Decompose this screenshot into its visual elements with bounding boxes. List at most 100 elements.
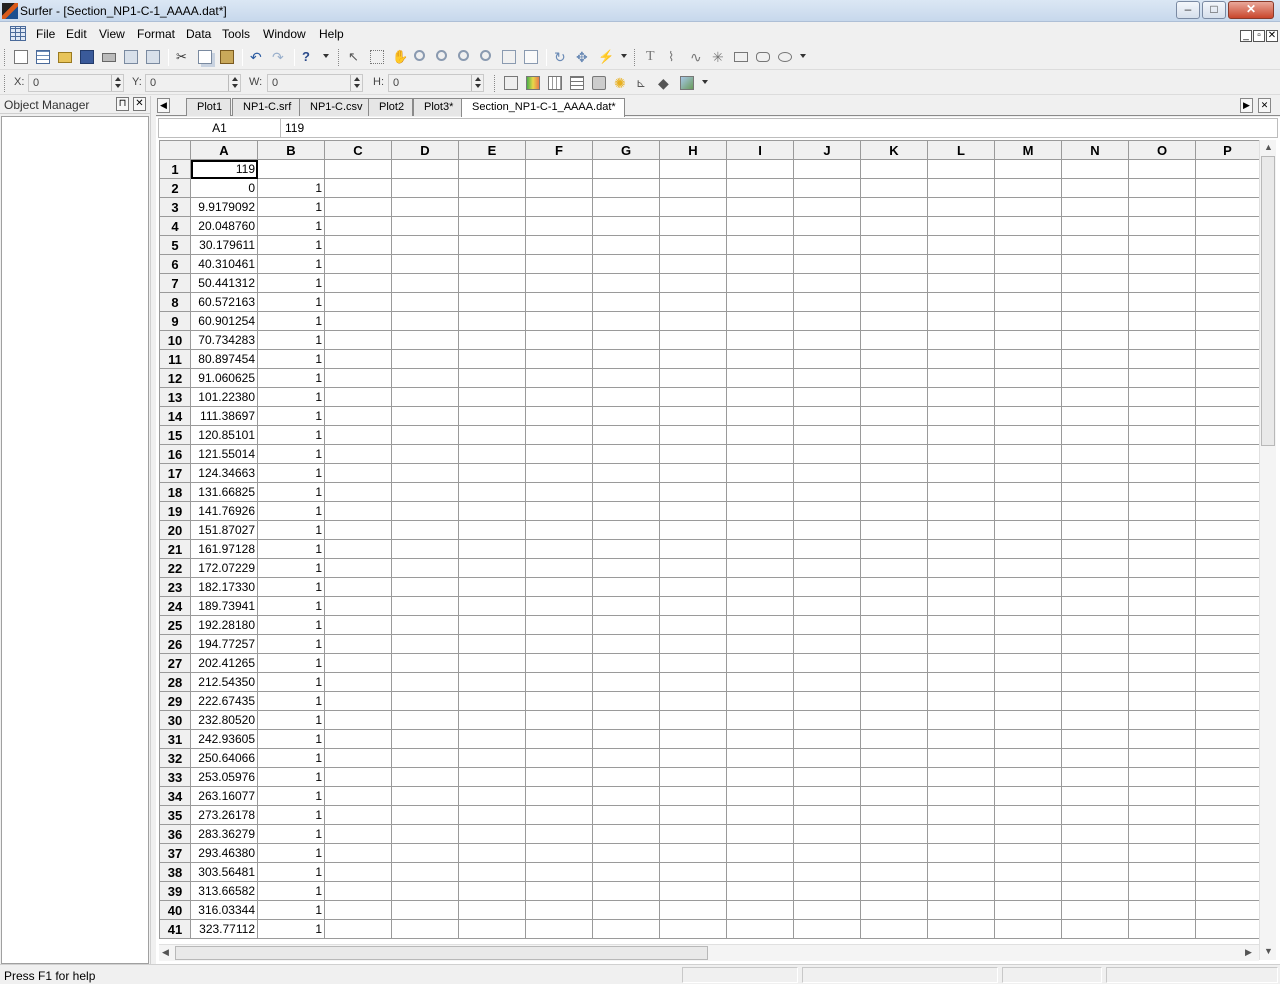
pan-icon[interactable]: ✋ <box>390 48 408 66</box>
cell-e34[interactable] <box>458 786 526 806</box>
spline-icon[interactable]: ∿ <box>688 48 706 66</box>
y-field[interactable]: 0 <box>145 74 241 92</box>
cell-k18[interactable] <box>860 482 928 502</box>
cell-a23[interactable]: 182.17330 <box>190 577 258 597</box>
undo-icon[interactable]: ↶ <box>248 48 266 66</box>
cell-h13[interactable] <box>659 387 727 407</box>
cell-c32[interactable] <box>324 748 392 768</box>
cell-b17[interactable]: 1 <box>257 463 325 483</box>
cell-e38[interactable] <box>458 862 526 882</box>
shapes-dropdown-icon[interactable] <box>800 54 806 58</box>
cell-n16[interactable] <box>1061 444 1129 464</box>
column-header-m[interactable]: M <box>994 140 1062 160</box>
cell-f16[interactable] <box>525 444 593 464</box>
w-field[interactable]: 0 <box>267 74 363 92</box>
cell-e23[interactable] <box>458 577 526 597</box>
cell-e4[interactable] <box>458 216 526 236</box>
cell-a25[interactable]: 192.28180 <box>190 615 258 635</box>
cell-p37[interactable] <box>1195 843 1260 863</box>
cell-g38[interactable] <box>592 862 660 882</box>
column-header-o[interactable]: O <box>1128 140 1196 160</box>
cell-h2[interactable] <box>659 178 727 198</box>
cell-o33[interactable] <box>1128 767 1196 787</box>
cell-e30[interactable] <box>458 710 526 730</box>
cell-k12[interactable] <box>860 368 928 388</box>
cell-p1[interactable] <box>1195 159 1260 179</box>
cell-b31[interactable]: 1 <box>257 729 325 749</box>
cell-d27[interactable] <box>391 653 459 673</box>
cell-c38[interactable] <box>324 862 392 882</box>
cell-j34[interactable] <box>793 786 861 806</box>
cell-n19[interactable] <box>1061 501 1129 521</box>
cell-j20[interactable] <box>793 520 861 540</box>
cell-a14[interactable]: 111.38697 <box>190 406 258 426</box>
cell-o34[interactable] <box>1128 786 1196 806</box>
cell-g18[interactable] <box>592 482 660 502</box>
cell-c6[interactable] <box>324 254 392 274</box>
cell-n15[interactable] <box>1061 425 1129 445</box>
cell-e7[interactable] <box>458 273 526 293</box>
cell-e15[interactable] <box>458 425 526 445</box>
cell-g10[interactable] <box>592 330 660 350</box>
cell-m14[interactable] <box>994 406 1062 426</box>
cell-a18[interactable]: 131.66825 <box>190 482 258 502</box>
cell-o15[interactable] <box>1128 425 1196 445</box>
cell-h12[interactable] <box>659 368 727 388</box>
cell-m13[interactable] <box>994 387 1062 407</box>
cell-m31[interactable] <box>994 729 1062 749</box>
menu-window[interactable]: Window <box>263 26 306 42</box>
cell-g31[interactable] <box>592 729 660 749</box>
cell-p8[interactable] <box>1195 292 1260 312</box>
cell-j1[interactable] <box>793 159 861 179</box>
cell-i22[interactable] <box>726 558 794 578</box>
row-header[interactable]: 2 <box>159 178 191 198</box>
cell-k40[interactable] <box>860 900 928 920</box>
cell-o6[interactable] <box>1128 254 1196 274</box>
cell-a37[interactable]: 293.46380 <box>190 843 258 863</box>
cell-m8[interactable] <box>994 292 1062 312</box>
cell-h18[interactable] <box>659 482 727 502</box>
cell-a31[interactable]: 242.93605 <box>190 729 258 749</box>
cell-i1[interactable] <box>726 159 794 179</box>
cell-l3[interactable] <box>927 197 995 217</box>
cell-l24[interactable] <box>927 596 995 616</box>
cell-h37[interactable] <box>659 843 727 863</box>
cell-h19[interactable] <box>659 501 727 521</box>
cell-f13[interactable] <box>525 387 593 407</box>
cell-e2[interactable] <box>458 178 526 198</box>
cell-d38[interactable] <box>391 862 459 882</box>
cell-d35[interactable] <box>391 805 459 825</box>
cell-o1[interactable] <box>1128 159 1196 179</box>
menu-view[interactable]: View <box>99 26 125 42</box>
paste-icon[interactable] <box>218 48 236 66</box>
help-dropdown-icon[interactable] <box>323 54 329 58</box>
cell-o18[interactable] <box>1128 482 1196 502</box>
cell-b5[interactable]: 1 <box>257 235 325 255</box>
cell-d7[interactable] <box>391 273 459 293</box>
cell-k3[interactable] <box>860 197 928 217</box>
toolbar-grip[interactable] <box>494 75 497 92</box>
row-header[interactable]: 7 <box>159 273 191 293</box>
cell-n39[interactable] <box>1061 881 1129 901</box>
cell-k16[interactable] <box>860 444 928 464</box>
cell-l26[interactable] <box>927 634 995 654</box>
cell-k39[interactable] <box>860 881 928 901</box>
cell-i32[interactable] <box>726 748 794 768</box>
cell-o29[interactable] <box>1128 691 1196 711</box>
cell-j40[interactable] <box>793 900 861 920</box>
cell-n38[interactable] <box>1061 862 1129 882</box>
cell-k31[interactable] <box>860 729 928 749</box>
trackball-icon[interactable]: ✥ <box>574 48 592 66</box>
cell-p19[interactable] <box>1195 501 1260 521</box>
cell-c41[interactable] <box>324 919 392 939</box>
cell-f32[interactable] <box>525 748 593 768</box>
cell-g17[interactable] <box>592 463 660 483</box>
cell-i17[interactable] <box>726 463 794 483</box>
cell-f20[interactable] <box>525 520 593 540</box>
cell-c37[interactable] <box>324 843 392 863</box>
column-header-e[interactable]: E <box>458 140 526 160</box>
cell-g8[interactable] <box>592 292 660 312</box>
cell-m9[interactable] <box>994 311 1062 331</box>
cell-b26[interactable]: 1 <box>257 634 325 654</box>
cell-m29[interactable] <box>994 691 1062 711</box>
